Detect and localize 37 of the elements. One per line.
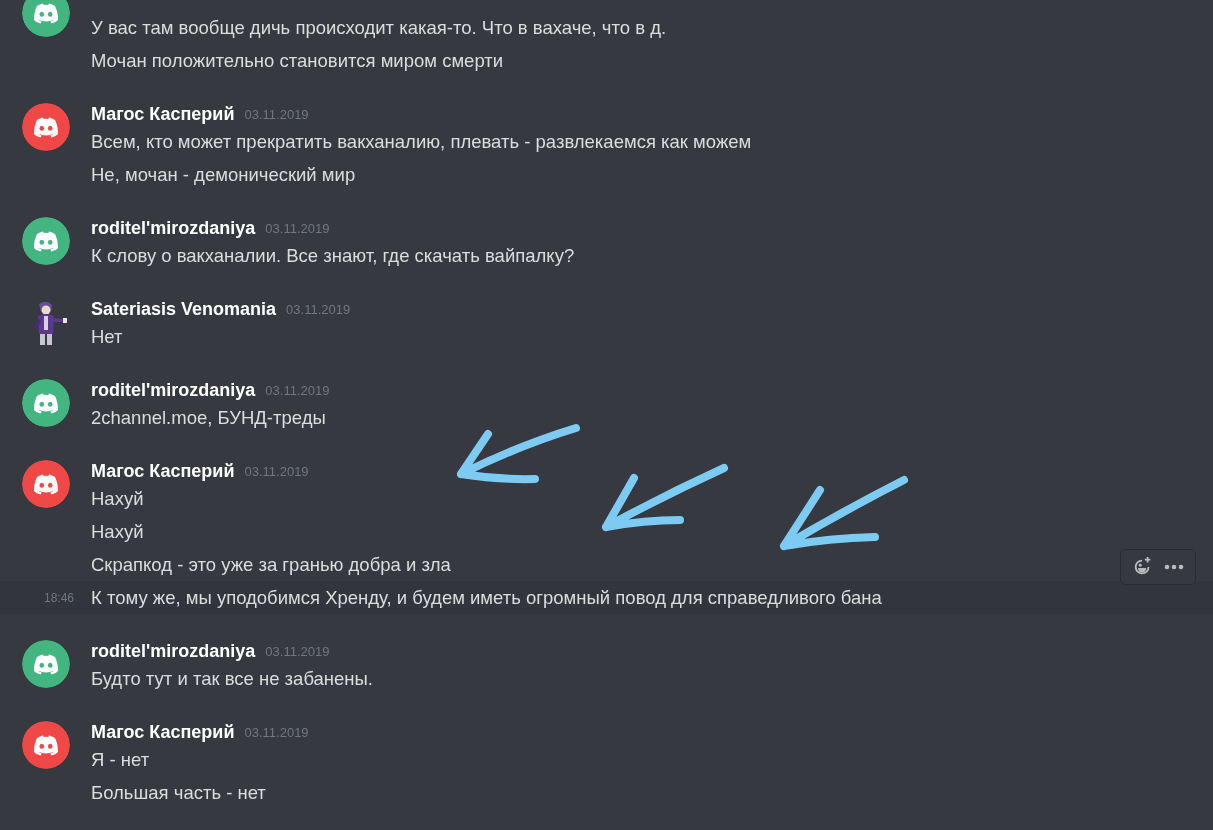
message-text: Нахуй <box>91 487 144 510</box>
avatar[interactable] <box>22 460 70 508</box>
timestamp: 03.11.2019 <box>244 106 309 122</box>
message-text: Нет <box>91 325 123 348</box>
username[interactable]: roditel'mirozdaniya <box>91 379 256 401</box>
more-icon[interactable] <box>1164 564 1184 570</box>
avatar[interactable] <box>22 103 70 151</box>
timestamp: 03.11.2019 <box>244 463 309 479</box>
timestamp: 03.11.2019 <box>265 382 330 398</box>
username[interactable]: roditel'mirozdaniya <box>91 640 256 662</box>
message-text: Всем, кто может прекратить вакханалию, плевать - развлекаемся как можем <box>91 130 752 153</box>
message-text: Большая часть - нет <box>91 781 266 804</box>
avatar[interactable] <box>22 721 70 769</box>
timestamp: 03.11.2019 <box>265 220 330 236</box>
timestamp: 03.11.2019 <box>244 724 309 740</box>
avatar[interactable] <box>22 217 70 265</box>
message-text: Мочан положительно становится миром смерти <box>91 49 504 72</box>
username[interactable]: Магос Касперий <box>91 460 235 482</box>
message-text: Нахуй <box>91 520 144 543</box>
timestamp: 03.11.2019 <box>265 643 330 659</box>
timestamp: 03.11.2019 <box>286 301 351 317</box>
message-text: К слову о вакханалии. Все знают, где скачать вайпалку? <box>91 244 575 267</box>
avatar[interactable] <box>22 379 70 427</box>
username[interactable]: roditel'mirozdaniya <box>91 217 256 239</box>
message-time: 18:46 <box>44 590 75 605</box>
username[interactable]: Магос Касперий <box>91 103 235 125</box>
message-text: К тому же, мы уподобимся Хренду, и будем иметь огромный повод для справедливого бана <box>91 586 882 609</box>
message-text: Будто тут и так все не забанены. <box>91 667 373 690</box>
message-text: Не, мочан - демонический мир <box>91 163 356 186</box>
username[interactable]: Магос Касперий <box>91 721 235 743</box>
message-text: Скрапкод - это уже за гранью добра и зла <box>91 553 451 576</box>
avatar[interactable] <box>22 640 70 688</box>
message-text: 2channel.moe, БУНД-треды <box>91 406 326 429</box>
message-text: Я - нет <box>91 748 150 771</box>
username[interactable]: Sateriasis Venomania <box>91 298 277 320</box>
message-text: У вас там вообще дичь происходит какая-то. Что в вахаче, что в д. <box>91 16 667 39</box>
avatar[interactable] <box>22 0 70 37</box>
